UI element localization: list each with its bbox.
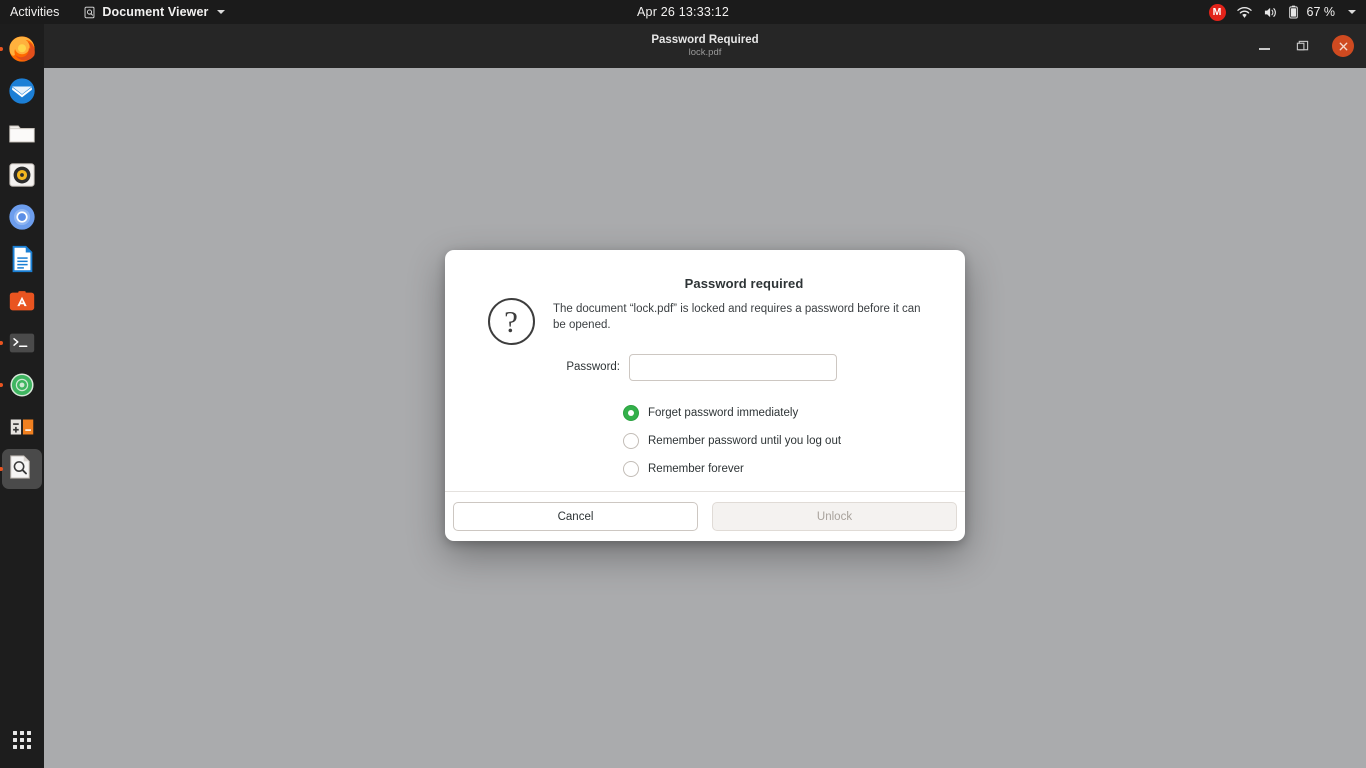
radio-remember-until-logout[interactable]: Remember password until you log out	[623, 432, 935, 449]
chevron-down-icon	[216, 10, 225, 14]
document-viewer-icon	[83, 6, 96, 19]
dock-item-firefox[interactable]	[2, 29, 42, 69]
volume-icon	[1263, 6, 1278, 19]
activities-button[interactable]: Activities	[0, 0, 69, 24]
calculator-icon	[7, 412, 37, 442]
radio-button-icon[interactable]	[623, 432, 639, 449]
dock-item-rhythmbox[interactable]	[2, 155, 42, 195]
window-title-bar: Password Required lock.pdf	[44, 24, 1366, 68]
close-button[interactable]	[1332, 35, 1354, 57]
window-subtitle: lock.pdf	[688, 46, 722, 58]
dialog-body: ? Password required The document “lock.p…	[445, 250, 965, 491]
rhythmbox-icon	[7, 160, 37, 190]
dialog-actions: Cancel Unlock	[445, 491, 965, 541]
unlock-button[interactable]: Unlock	[712, 502, 957, 531]
maximize-icon	[1296, 40, 1308, 50]
password-input[interactable]	[629, 353, 837, 381]
status-area[interactable]: M 67 %	[1208, 0, 1366, 24]
clock[interactable]: Apr 26 13:33:12	[637, 5, 729, 19]
password-dialog: ? Password required The document “lock.p…	[445, 250, 965, 541]
ubuntu-software-icon	[7, 286, 37, 316]
radio-button-icon[interactable]	[623, 460, 639, 477]
window-title: Password Required	[651, 33, 759, 46]
grid-icon	[13, 731, 31, 749]
radio-remember-forever[interactable]: Remember forever	[623, 460, 935, 477]
battery-icon	[1288, 5, 1298, 19]
password-row: Password:	[553, 353, 935, 381]
top-bar-left: Activities Document Viewer	[0, 0, 233, 24]
dock-item-chromium[interactable]	[2, 197, 42, 237]
radio-label: Remember forever	[648, 462, 744, 475]
user-badge-icon[interactable]: M	[1208, 3, 1226, 21]
dock-item-calculator[interactable]	[2, 407, 42, 447]
dock-item-ubuntu-software[interactable]	[2, 281, 42, 321]
help-icon	[7, 370, 37, 400]
minimize-button[interactable]	[1256, 38, 1272, 54]
dock-item-libreoffice-writer[interactable]	[2, 239, 42, 279]
writer-document-icon	[7, 244, 37, 274]
dialog-content: Password required The document “lock.pdf…	[547, 276, 935, 491]
dock-items	[2, 24, 42, 490]
radio-label: Remember password until you log out	[648, 434, 842, 447]
radio-label: Forget password immediately	[648, 406, 799, 419]
terminal-icon	[7, 328, 37, 358]
wifi-icon	[1236, 6, 1252, 19]
radio-button-selected-icon[interactable]	[623, 404, 639, 421]
dock-item-thunderbird[interactable]	[2, 71, 42, 111]
cancel-button[interactable]: Cancel	[453, 502, 698, 531]
maximize-button[interactable]	[1294, 38, 1310, 54]
window-title-group: Password Required lock.pdf	[651, 34, 758, 59]
dock-item-terminal[interactable]	[2, 323, 42, 363]
password-retention-options: Forget password immediately Remember pas…	[553, 404, 935, 477]
dock-item-files[interactable]	[2, 113, 42, 153]
chromium-icon	[7, 202, 37, 232]
radio-forget-immediately[interactable]: Forget password immediately	[623, 404, 935, 421]
thunderbird-icon	[7, 76, 37, 106]
top-bar: Activities Document Viewer Apr 26 13:33:…	[0, 0, 1366, 24]
question-mark-icon: ?	[487, 298, 535, 345]
show-applications-button[interactable]	[2, 720, 42, 760]
dialog-heading: Password required	[684, 276, 804, 291]
window-controls	[1256, 24, 1354, 68]
dock-item-document-viewer[interactable]	[2, 449, 42, 489]
dock	[0, 24, 44, 768]
dock-item-help[interactable]	[2, 365, 42, 405]
dialog-message: The document “lock.pdf” is locked and re…	[553, 303, 921, 331]
battery-percentage: 67 %	[1306, 5, 1336, 19]
dialog-icon-column: ?	[475, 276, 547, 491]
document-viewer-dock-icon	[7, 454, 37, 484]
minimize-icon	[1258, 48, 1270, 50]
status-chevron-down-icon[interactable]	[1348, 10, 1356, 14]
firefox-icon	[7, 34, 37, 64]
app-menu-button[interactable]: Document Viewer	[69, 0, 232, 24]
close-icon	[1339, 42, 1347, 50]
app-menu-label: Document Viewer	[102, 5, 209, 19]
password-label: Password:	[566, 361, 620, 374]
folder-icon	[7, 118, 37, 148]
